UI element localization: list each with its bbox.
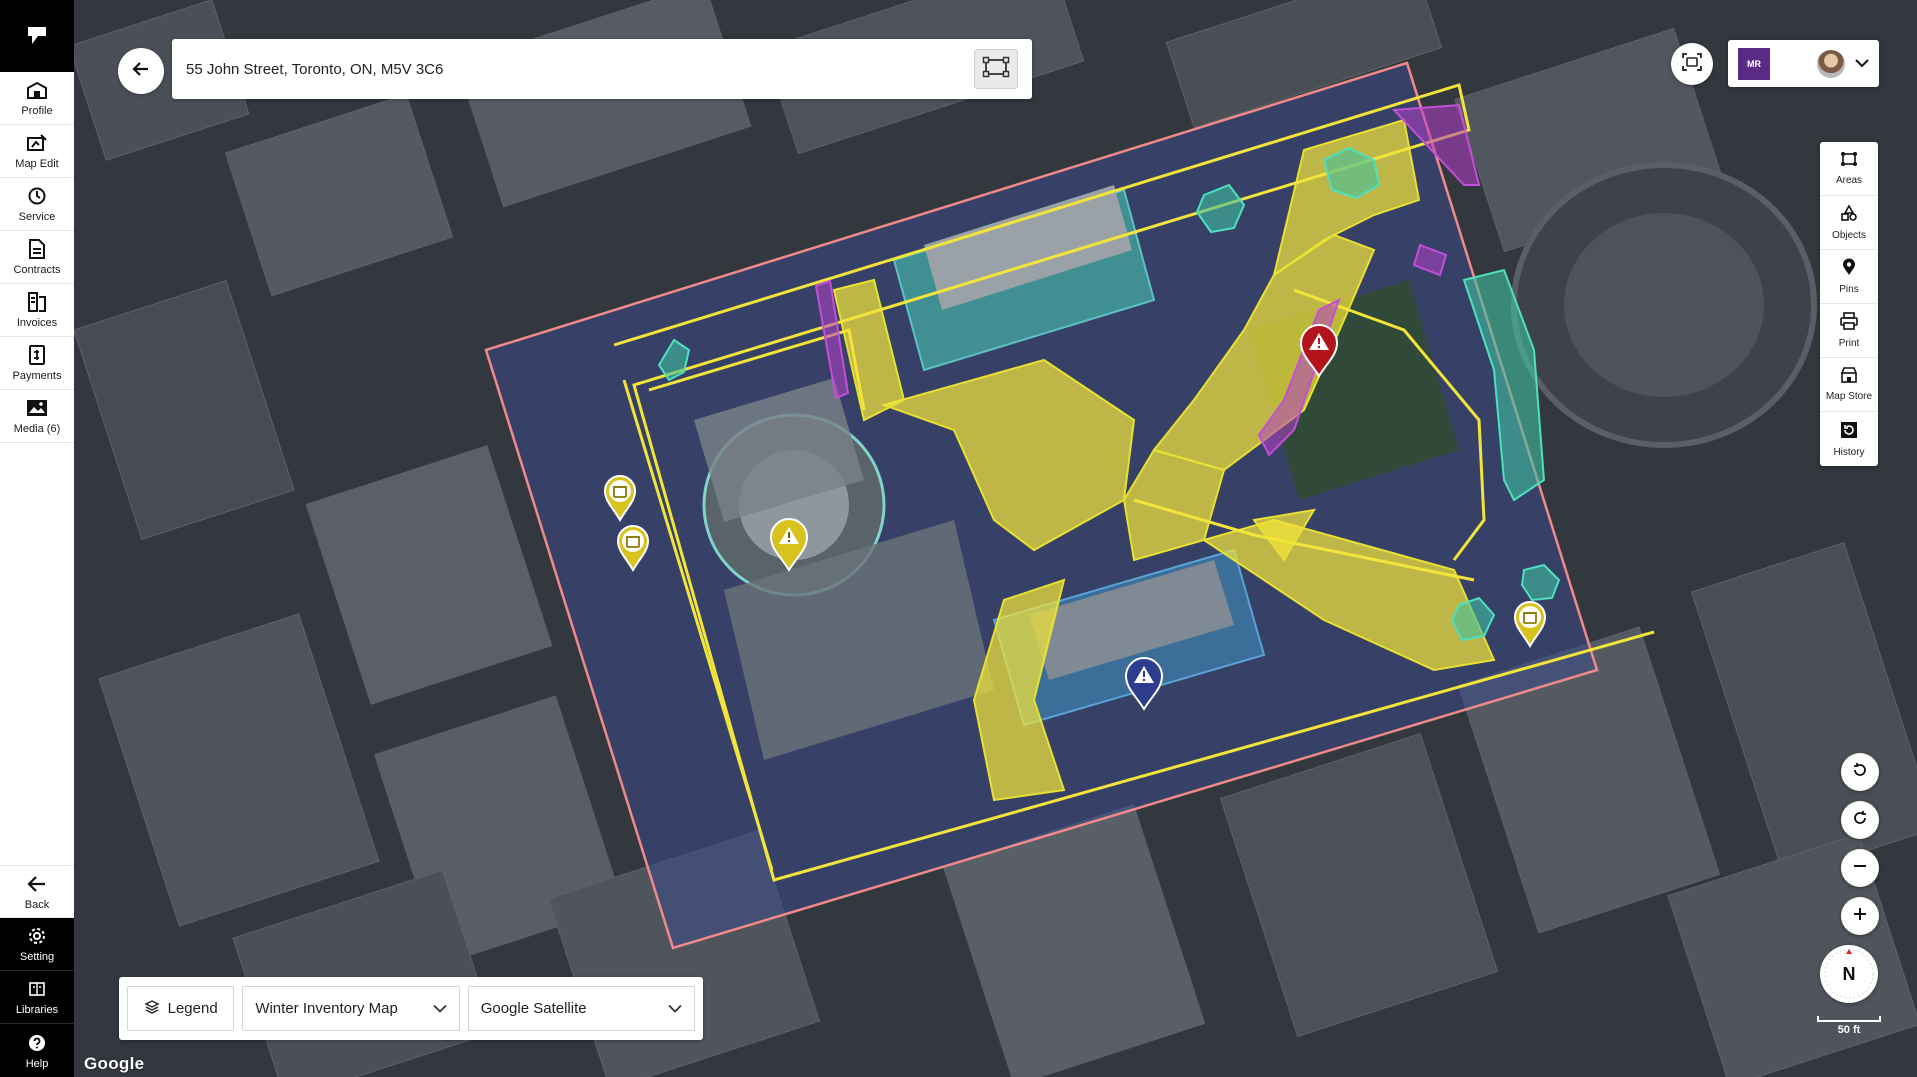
legend-button[interactable]: Legend bbox=[127, 986, 235, 1031]
zoom-in-button[interactable] bbox=[1841, 897, 1879, 935]
map-edit-icon bbox=[26, 132, 48, 154]
tool-label: Areas bbox=[1835, 175, 1863, 186]
screen-capture-icon bbox=[1682, 52, 1702, 76]
hazard-warning-pin-yellow[interactable] bbox=[769, 518, 809, 572]
map-tools-panel: Areas Objects Pins Print Map Store Histo… bbox=[1820, 142, 1878, 466]
legend-label: Legend bbox=[167, 1000, 218, 1017]
gear-icon bbox=[26, 925, 48, 947]
building-icon bbox=[26, 79, 48, 101]
hazard-warning-pin-blue[interactable] bbox=[1124, 657, 1164, 711]
history-clock-icon bbox=[26, 185, 48, 207]
frame-icon bbox=[982, 56, 1010, 83]
sidebar-item-contracts[interactable]: Contracts bbox=[0, 231, 74, 284]
company-logo: MR bbox=[1738, 47, 1770, 80]
history-icon bbox=[1840, 421, 1858, 444]
tool-label: Map Store bbox=[1825, 391, 1873, 402]
trash-bin-pin[interactable] bbox=[1513, 600, 1547, 648]
rotate-right-button[interactable] bbox=[1841, 801, 1879, 839]
map-options-bar: Legend Winter Inventory Map Google Satel… bbox=[119, 977, 703, 1040]
map-attribution: Google bbox=[84, 1054, 145, 1073]
sidebar-item-label: Payments bbox=[12, 370, 62, 382]
sidebar-item-media[interactable]: Media (6) bbox=[0, 390, 74, 443]
sidebar-item-back[interactable]: Back bbox=[0, 865, 74, 918]
rotate-cw-icon bbox=[1851, 809, 1869, 832]
tool-areas[interactable]: Areas bbox=[1820, 142, 1878, 196]
tool-history[interactable]: History bbox=[1820, 412, 1878, 466]
sidebar-item-service[interactable]: Service bbox=[0, 178, 74, 231]
image-icon bbox=[26, 397, 48, 419]
rotate-ccw-icon bbox=[1851, 761, 1869, 784]
compass-button[interactable]: N bbox=[1820, 945, 1878, 1003]
help-icon bbox=[26, 1032, 48, 1054]
sidebar-item-label: Libraries bbox=[15, 1004, 59, 1016]
scale-bar-line bbox=[1817, 1016, 1881, 1022]
layers-icon bbox=[144, 999, 160, 1019]
sidebar-item-libraries[interactable]: Libraries bbox=[0, 971, 74, 1024]
areas-icon bbox=[1840, 151, 1858, 172]
payment-icon bbox=[26, 344, 48, 366]
map-select-value: Winter Inventory Map bbox=[255, 1000, 398, 1017]
trash-bin-pin[interactable] bbox=[603, 474, 637, 522]
tool-map-store[interactable]: Map Store bbox=[1820, 358, 1878, 412]
chevron-down-icon bbox=[668, 1000, 682, 1017]
library-icon bbox=[26, 978, 48, 1000]
arrow-left-icon bbox=[132, 61, 150, 82]
sidebar-item-label: Media (6) bbox=[13, 423, 61, 435]
fit-to-boundary-button[interactable] bbox=[974, 49, 1018, 89]
sidebar-item-label: Map Edit bbox=[15, 158, 59, 170]
avatar bbox=[1817, 49, 1845, 78]
map-select-dropdown[interactable]: Winter Inventory Map bbox=[242, 986, 460, 1031]
minus-icon bbox=[1852, 858, 1868, 879]
tool-label: History bbox=[1833, 446, 1865, 458]
sidebar-item-setting[interactable]: Setting bbox=[0, 918, 74, 971]
map-canvas[interactable] bbox=[74, 0, 1917, 1077]
sidebar-item-label: Contracts bbox=[13, 264, 61, 276]
chevron-down-icon bbox=[1855, 55, 1869, 73]
tool-label: Objects bbox=[1832, 230, 1866, 241]
sidebar-item-invoices[interactable]: Invoices bbox=[0, 284, 74, 337]
satellite-map[interactable] bbox=[74, 0, 1917, 1077]
objects-icon bbox=[1840, 204, 1858, 227]
scale-bar: 50 ft bbox=[1817, 1016, 1881, 1036]
basemap-select-dropdown[interactable]: Google Satellite bbox=[467, 986, 695, 1031]
account-menu[interactable]: MR bbox=[1728, 40, 1879, 87]
address-search-input[interactable] bbox=[186, 60, 974, 78]
sidebar-item-label: Setting bbox=[19, 951, 55, 963]
sidebar-item-map-edit[interactable]: Map Edit bbox=[0, 125, 74, 178]
pin-icon bbox=[1842, 258, 1856, 281]
document-icon bbox=[26, 238, 48, 260]
basemap-select-value: Google Satellite bbox=[480, 1000, 587, 1017]
invoice-icon bbox=[26, 291, 48, 313]
address-search-bar bbox=[172, 39, 1032, 99]
printer-icon bbox=[1840, 312, 1858, 335]
sidebar-item-profile[interactable]: Profile bbox=[0, 72, 74, 125]
compass-ring-icon bbox=[1824, 949, 1874, 999]
brand-logo-icon[interactable] bbox=[0, 0, 74, 72]
tool-print[interactable]: Print bbox=[1820, 304, 1878, 358]
hazard-warning-pin-red[interactable] bbox=[1299, 324, 1339, 378]
back-button[interactable] bbox=[118, 48, 164, 94]
plus-icon bbox=[1852, 906, 1868, 927]
sidebar-item-payments[interactable]: Payments bbox=[0, 337, 74, 390]
chevron-down-icon bbox=[433, 1000, 447, 1017]
sidebar-item-label: Back bbox=[24, 898, 50, 911]
sidebar-item-label: Invoices bbox=[16, 317, 58, 329]
zoom-out-button[interactable] bbox=[1841, 849, 1879, 887]
scale-label: 50 ft bbox=[1837, 1024, 1861, 1036]
tool-label: Pins bbox=[1839, 284, 1859, 295]
sidebar-item-help[interactable]: Help bbox=[0, 1024, 74, 1077]
sidebar-item-label: Help bbox=[25, 1057, 49, 1070]
trash-bin-pin[interactable] bbox=[616, 524, 650, 572]
store-icon bbox=[1840, 367, 1858, 388]
sidebar-item-label: Profile bbox=[21, 105, 53, 117]
tool-label: Print bbox=[1838, 338, 1860, 349]
sidebar-item-label: Service bbox=[18, 211, 56, 223]
screenshot-button[interactable] bbox=[1671, 43, 1713, 85]
left-sidebar: Profile Map Edit Service Contracts Invoi… bbox=[0, 0, 74, 1077]
rotate-left-button[interactable] bbox=[1841, 753, 1879, 791]
tool-objects[interactable]: Objects bbox=[1820, 196, 1878, 250]
arrow-left-icon bbox=[26, 873, 48, 895]
tool-pins[interactable]: Pins bbox=[1820, 250, 1878, 304]
